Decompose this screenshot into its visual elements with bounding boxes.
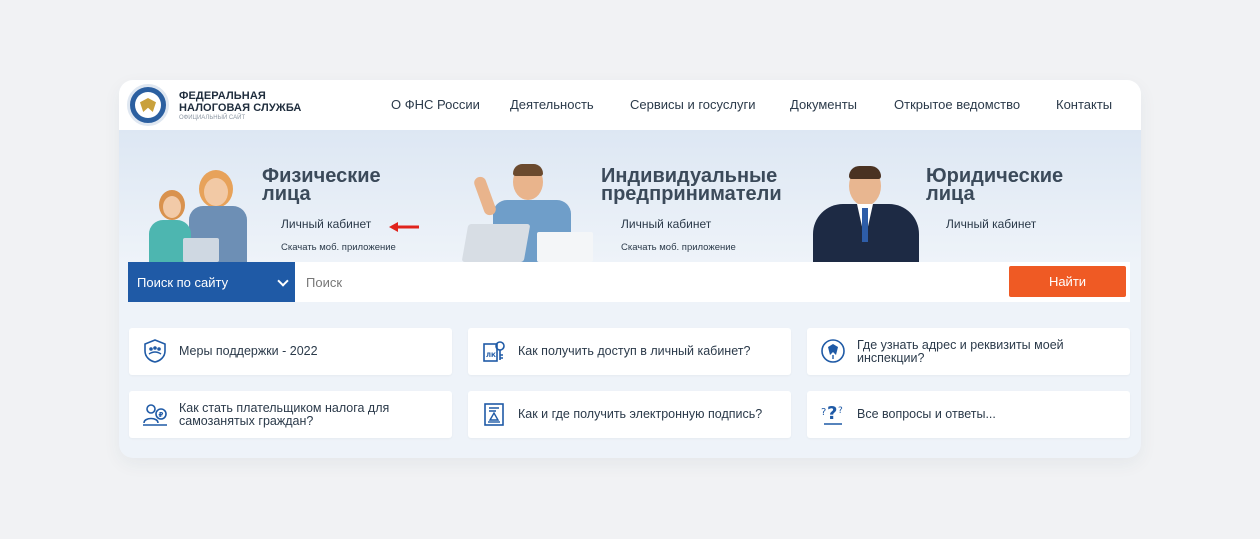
- tile-label: Как и где получить электронную подпись?: [518, 407, 763, 421]
- chevron-down-icon: [277, 275, 289, 287]
- audience-hero: Физические лица Личный кабинет Скачать м…: [119, 130, 1141, 262]
- svg-text:₽: ₽: [159, 411, 164, 419]
- entrepreneurs-title[interactable]: Индивидуальные предприниматели: [601, 166, 782, 204]
- fns-logo-icon[interactable]: [127, 84, 169, 126]
- shield-people-icon: [144, 339, 166, 363]
- svg-text:?: ?: [827, 403, 837, 424]
- nav-documents[interactable]: Документы: [790, 97, 857, 112]
- site-header: ФЕДЕРАЛЬНАЯ НАЛОГОВАЯ СЛУЖБА ОФИЦИАЛЬНЫЙ…: [119, 80, 1141, 130]
- fns-site-card: ФЕДЕРАЛЬНАЯ НАЛОГОВАЯ СЛУЖБА ОФИЦИАЛЬНЫЙ…: [119, 80, 1141, 458]
- tile-all-faq[interactable]: ? ? ? Все вопросы и ответы...: [807, 391, 1130, 438]
- search-submit-button[interactable]: Найти: [1009, 266, 1126, 297]
- individuals-cabinet-link[interactable]: Личный кабинет: [281, 217, 371, 231]
- nav-about[interactable]: О ФНС России: [391, 97, 480, 112]
- legal-cabinet-link[interactable]: Личный кабинет: [946, 217, 1036, 231]
- tile-self-employed[interactable]: ₽ Как стать плательщиком налога для само…: [129, 391, 452, 438]
- tile-support-measures[interactable]: Меры поддержки - 2022: [129, 328, 452, 375]
- emblem-icon: [821, 339, 845, 363]
- lk-key-icon: ЛК: [483, 341, 505, 362]
- individuals-title[interactable]: Физические лица: [262, 166, 381, 204]
- questions-icon: ? ? ?: [821, 403, 843, 425]
- tile-inspection-address[interactable]: Где узнать адрес и реквизиты моей инспек…: [807, 328, 1130, 375]
- brand-line-1: ФЕДЕРАЛЬНАЯ: [179, 90, 266, 102]
- tile-label: Все вопросы и ответы...: [857, 407, 996, 421]
- individuals-app-link[interactable]: Скачать моб. приложение: [281, 242, 396, 253]
- brand-name[interactable]: ФЕДЕРАЛЬНАЯ НАЛОГОВАЯ СЛУЖБА ОФИЦИАЛЬНЫЙ…: [179, 90, 301, 121]
- entrepreneurs-cabinet-link[interactable]: Личный кабинет: [621, 217, 711, 231]
- tile-e-signature[interactable]: Как и где получить электронную подпись?: [468, 391, 791, 438]
- self-employed-icon: ₽: [143, 404, 167, 426]
- nav-contacts[interactable]: Контакты: [1056, 97, 1112, 112]
- tile-label: Меры поддержки - 2022: [179, 344, 318, 358]
- search-scope-label: Поиск по сайту: [137, 274, 229, 290]
- legal-entities-title[interactable]: Юридические лица: [926, 166, 1063, 204]
- tile-label: Как получить доступ в личный кабинет?: [518, 344, 751, 358]
- legal-entities-photo: [813, 164, 919, 262]
- nav-activity[interactable]: Деятельность: [510, 97, 594, 112]
- brand-line-2: НАЛОГОВАЯ СЛУЖБА: [179, 102, 302, 114]
- tile-cabinet-access[interactable]: ЛК Как получить доступ в личный кабинет?: [468, 328, 791, 375]
- tile-label: Как стать плательщиком налога для самоза…: [179, 400, 390, 428]
- nav-open-agency[interactable]: Открытое ведомство: [894, 97, 1020, 112]
- site-search-bar: Поиск по сайту Найти: [128, 262, 1130, 302]
- svg-text:ЛК: ЛК: [486, 352, 496, 359]
- individuals-photo: [147, 170, 257, 262]
- brand-subtitle: ОФИЦИАЛЬНЫЙ САЙТ: [179, 115, 246, 121]
- svg-text:?: ?: [821, 407, 826, 418]
- entrepreneurs-app-link[interactable]: Скачать моб. приложение: [621, 242, 736, 253]
- red-arrow-icon: [389, 222, 419, 232]
- search-input[interactable]: [296, 262, 996, 302]
- search-scope-select[interactable]: Поиск по сайту: [128, 262, 295, 302]
- nav-services[interactable]: Сервисы и госуслуги: [630, 97, 755, 112]
- entrepreneurs-photo: [461, 162, 595, 262]
- tile-label: Где узнать адрес и реквизиты моей инспек…: [857, 337, 1064, 365]
- svg-text:?: ?: [838, 406, 843, 416]
- e-signature-icon: [484, 403, 504, 426]
